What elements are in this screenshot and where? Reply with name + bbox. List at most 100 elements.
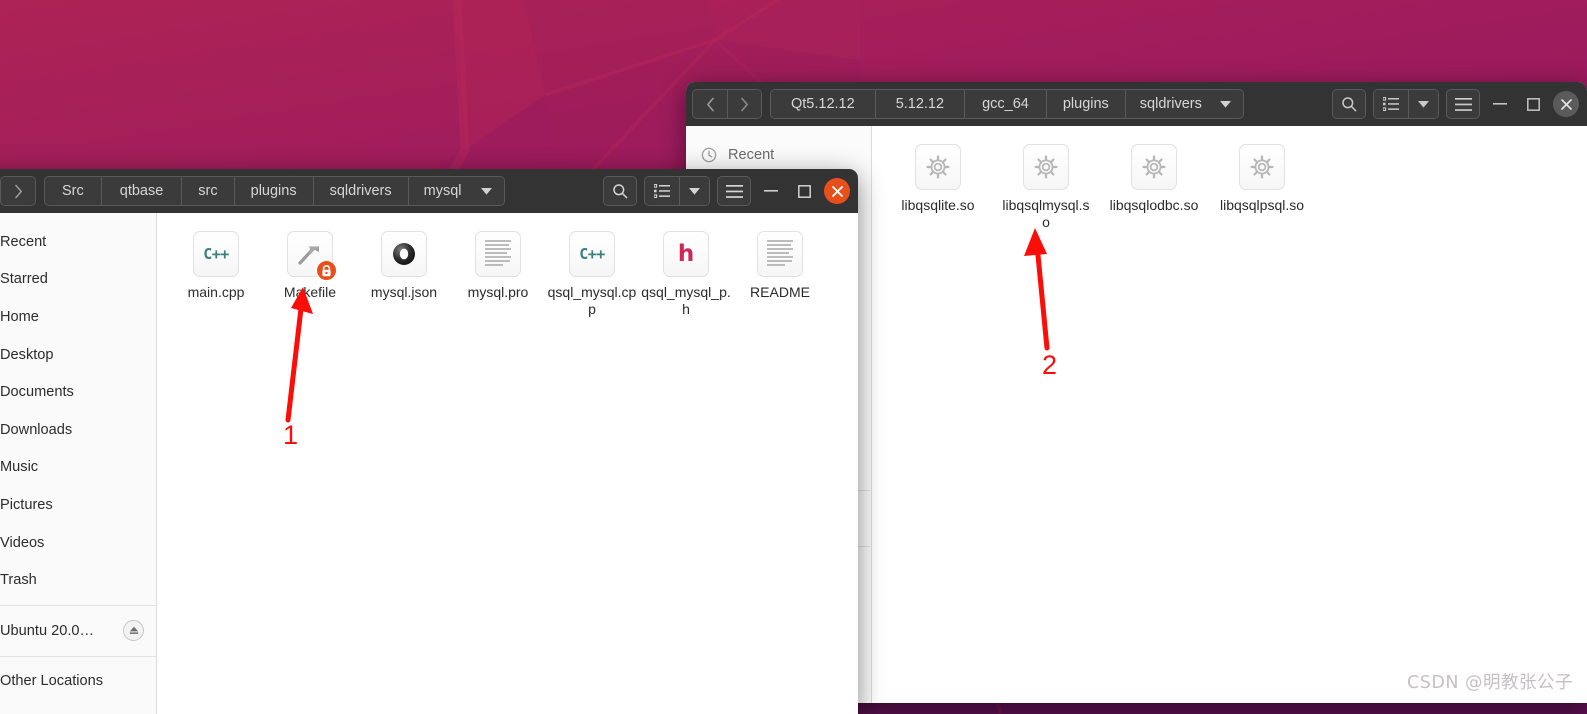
list-view-button[interactable] bbox=[645, 177, 679, 205]
sidebar-item-ubuntu-20-0[interactable]: Ubuntu 20.0… bbox=[0, 612, 156, 650]
file-area-front[interactable]: C++ main.cpp Makefile mysql.json mysql.pro C+… bbox=[157, 213, 858, 714]
file-label: mysql.pro bbox=[467, 284, 529, 300]
files-window-mysql[interactable]: Srcqtbasesrcpluginssqldriversmysql bbox=[0, 169, 858, 714]
menu-button-back[interactable] bbox=[1446, 89, 1480, 119]
breadcrumb-dropdown-button[interactable] bbox=[1215, 90, 1243, 118]
file-item[interactable]: C++ main.cpp bbox=[169, 227, 263, 328]
file-item[interactable]: libqsqlmysql.so bbox=[992, 140, 1100, 241]
breadcrumb-front[interactable]: Src qtbase src plugins sqldrivers mysql bbox=[44, 176, 505, 206]
nav-buttons-group-front[interactable] bbox=[0, 176, 36, 206]
json-glyph bbox=[393, 243, 415, 265]
forward-button[interactable] bbox=[727, 90, 761, 118]
close-icon bbox=[831, 185, 843, 197]
breadcrumb-dropdown-button[interactable] bbox=[476, 177, 504, 205]
breadcrumb-item-plugins[interactable]: plugins bbox=[1045, 90, 1125, 118]
breadcrumb-back[interactable]: Qt5.12.12 5.12.12 gcc_64 plugins sqldrivers bbox=[770, 89, 1244, 119]
breadcrumb-item-5-12-12[interactable]: 5.12.12 bbox=[874, 90, 965, 118]
breadcrumb-item-src[interactable]: src bbox=[181, 177, 234, 205]
menu-button-front[interactable] bbox=[717, 176, 751, 206]
hamburger-menu-icon bbox=[725, 184, 743, 198]
sidebar-item-starred[interactable]: Starred bbox=[0, 261, 156, 299]
sidebar-front[interactable]: Recent Starred Home Desktop Documents Downloa… bbox=[0, 213, 157, 714]
breadcrumb-item-src[interactable]: Src bbox=[45, 177, 101, 205]
file-item[interactable]: mysql.json bbox=[357, 227, 451, 328]
chevron-right-icon bbox=[14, 184, 22, 198]
hamburger-menu-icon bbox=[1454, 97, 1472, 111]
text-file-icon bbox=[757, 231, 803, 277]
close-icon bbox=[1560, 98, 1572, 110]
minimize-button-front[interactable] bbox=[758, 178, 784, 204]
titlebar-back: Qt5.12.12 5.12.12 gcc_64 plugins sqldrivers bbox=[686, 82, 1587, 126]
lock-icon bbox=[316, 260, 337, 281]
back-button[interactable] bbox=[693, 90, 727, 118]
breadcrumb-item-gcc-64[interactable]: gcc_64 bbox=[964, 90, 1046, 118]
sidebar-item-label: Downloads bbox=[0, 421, 73, 438]
view-dropdown-button[interactable] bbox=[1408, 90, 1438, 118]
breadcrumb-item-qt5-12-12[interactable]: Qt5.12.12 bbox=[771, 90, 875, 118]
file-item[interactable]: libqsqlite.so bbox=[884, 140, 992, 241]
text-file-icon bbox=[475, 231, 521, 277]
clock-icon bbox=[700, 146, 717, 163]
sidebar-item-documents[interactable]: Documents bbox=[0, 373, 156, 411]
sidebar-item-desktop[interactable]: Desktop bbox=[0, 336, 156, 374]
close-button-back[interactable] bbox=[1553, 91, 1579, 117]
file-item[interactable]: h qsql_mysql_p.h bbox=[639, 227, 733, 328]
breadcrumb-item-qtbase[interactable]: qtbase bbox=[100, 177, 182, 205]
chevron-down-icon bbox=[1219, 100, 1231, 108]
sidebar-item-label: Starred bbox=[0, 271, 48, 288]
sidebar-item-videos[interactable]: Videos bbox=[0, 524, 156, 562]
eject-icon[interactable] bbox=[123, 620, 144, 642]
breadcrumb-item-sqldrivers[interactable]: sqldrivers bbox=[312, 177, 408, 205]
file-item[interactable]: mysql.pro bbox=[451, 227, 545, 328]
file-item[interactable]: README bbox=[733, 227, 827, 328]
close-button-front[interactable] bbox=[824, 178, 850, 204]
header-glyph: h bbox=[677, 240, 695, 267]
chevron-right-icon bbox=[741, 97, 748, 111]
file-label: libqsqlodbc.so bbox=[1109, 197, 1199, 213]
file-item[interactable]: libqsqlpsql.so bbox=[1208, 140, 1316, 241]
shared-library-icon bbox=[1131, 144, 1177, 190]
file-label: libqsqlite.so bbox=[901, 197, 975, 213]
file-label: mysql.json bbox=[370, 284, 438, 300]
text-lines-glyph bbox=[485, 240, 511, 268]
sidebar-item-downloads[interactable]: Downloads bbox=[0, 411, 156, 449]
view-options-back[interactable] bbox=[1373, 89, 1439, 119]
sidebar-label: Recent bbox=[728, 146, 775, 163]
gear-glyph bbox=[926, 155, 950, 179]
list-view-icon bbox=[654, 184, 670, 198]
sidebar-item-label: Videos bbox=[0, 534, 45, 551]
view-options-front[interactable] bbox=[644, 176, 710, 206]
minimize-button-back[interactable] bbox=[1487, 91, 1513, 117]
breadcrumb-item-sqldrivers[interactable]: sqldrivers bbox=[1124, 90, 1216, 118]
sidebar-item-other-locations[interactable]: Other Locations bbox=[0, 663, 156, 701]
sidebar-item-label: Desktop bbox=[0, 346, 54, 363]
sidebar-item-pictures[interactable]: Pictures bbox=[0, 486, 156, 524]
sidebar-places-list[interactable]: Recent Starred Home Desktop Documents Downloa… bbox=[0, 223, 156, 700]
header-file-icon: h bbox=[663, 231, 709, 277]
desktop: Qt5.12.12 5.12.12 gcc_64 plugins sqldrivers bbox=[0, 0, 1587, 714]
view-dropdown-button[interactable] bbox=[679, 177, 709, 205]
maximize-button-front[interactable] bbox=[791, 178, 817, 204]
annotation-number-2: 2 bbox=[1042, 350, 1058, 380]
breadcrumb-item-mysql[interactable]: mysql bbox=[407, 177, 477, 205]
cpp-glyph: C++ bbox=[203, 245, 229, 263]
sidebar-item-recent[interactable]: Recent bbox=[0, 223, 156, 261]
nav-buttons-group-back[interactable] bbox=[692, 89, 762, 119]
file-item[interactable]: libqsqlodbc.so bbox=[1100, 140, 1208, 241]
file-area-back[interactable]: libqsqlite.so libqsqlmysql.so libqsqlodbc.… bbox=[872, 126, 1587, 703]
search-button-back[interactable] bbox=[1332, 89, 1366, 119]
search-icon bbox=[613, 184, 628, 199]
sidebar-item-home[interactable]: Home bbox=[0, 298, 156, 336]
list-view-button[interactable] bbox=[1374, 90, 1408, 118]
minimize-icon bbox=[1493, 103, 1507, 105]
forward-button-front[interactable] bbox=[1, 177, 35, 205]
sidebar-item-recent-back[interactable]: Recent bbox=[686, 136, 871, 174]
file-item[interactable]: C++ qsql_mysql.cpp bbox=[545, 227, 639, 328]
file-item[interactable]: Makefile bbox=[263, 227, 357, 328]
file-label: libqsqlmysql.so bbox=[1002, 197, 1090, 230]
search-button-front[interactable] bbox=[603, 176, 637, 206]
sidebar-item-music[interactable]: Music bbox=[0, 449, 156, 487]
maximize-button-back[interactable] bbox=[1520, 91, 1546, 117]
breadcrumb-item-plugins[interactable]: plugins bbox=[233, 177, 313, 205]
sidebar-item-trash[interactable]: Trash bbox=[0, 561, 156, 599]
